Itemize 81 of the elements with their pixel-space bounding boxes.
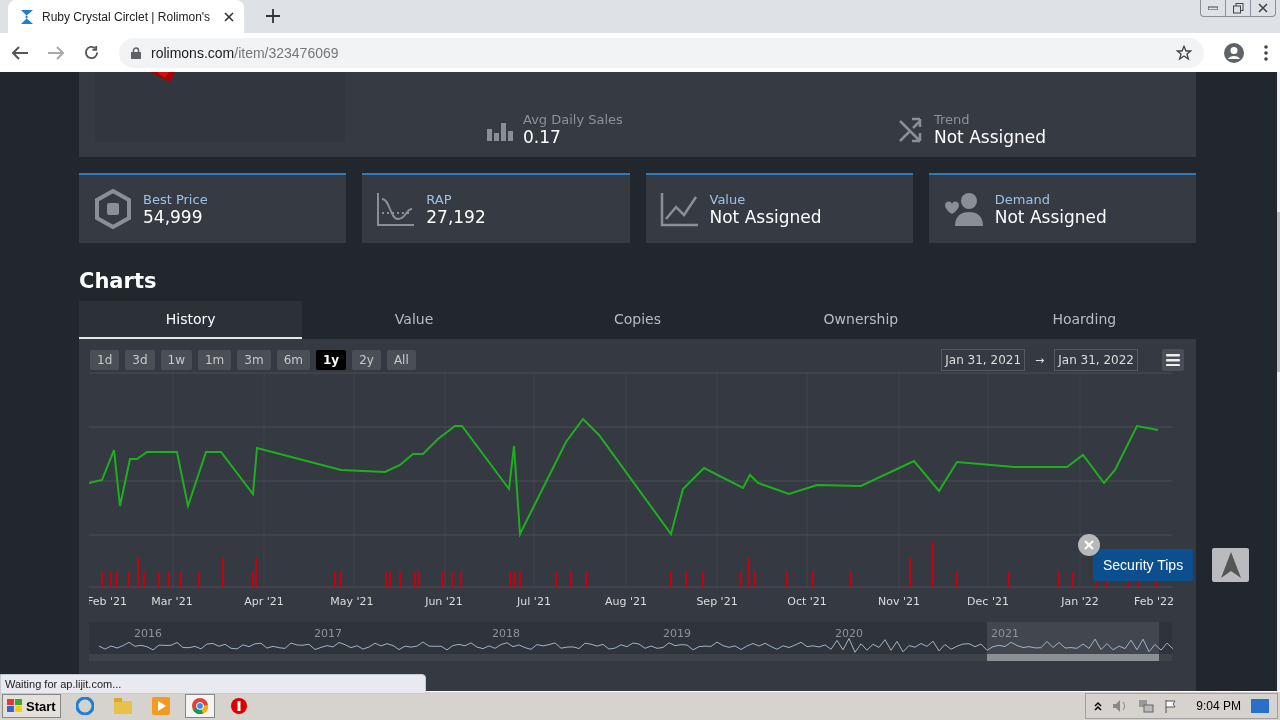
url-text: rolimons.com/item/323476069: [151, 44, 339, 61]
people-icon: [942, 192, 985, 226]
stat-value: 27,192: [426, 206, 486, 227]
arrow-text: →: [1035, 353, 1045, 367]
stat-value: Not Assigned: [709, 206, 822, 227]
axis-label: Sep '21: [696, 595, 738, 608]
close-icon[interactable]: [224, 11, 234, 22]
logo-icon: [20, 8, 34, 25]
status-text: Waiting for ap.lijit.com...: [0, 674, 426, 694]
navigator-label: 2016: [134, 627, 162, 640]
axis-label: Nov '21: [878, 595, 920, 608]
network-icon[interactable]: [1138, 699, 1155, 713]
navigator-label: 2018: [492, 627, 520, 640]
navigator-label: 2017: [314, 627, 342, 640]
range-button[interactable]: 1w: [160, 350, 192, 370]
star-icon[interactable]: [1176, 44, 1192, 61]
axis-label: Jul '21: [517, 595, 551, 608]
close-icon: [1084, 540, 1094, 550]
stat-label: Value: [709, 191, 747, 207]
stat-value: Not Assigned: [934, 127, 1047, 147]
axis-label: Dec '21: [967, 595, 1009, 608]
hexagon-icon: [93, 189, 133, 229]
minimize-icon: [1208, 6, 1218, 10]
axis-label: Oct '21: [787, 595, 827, 608]
chart-tab[interactable]: Copies: [525, 301, 750, 339]
shuffle-icon: [898, 116, 924, 143]
flag-icon[interactable]: [1164, 699, 1179, 713]
navigator-label: 2019: [663, 627, 691, 640]
address-field[interactable]: rolimons.com/item/323476069: [119, 37, 1204, 68]
new-tab-icon[interactable]: [266, 9, 280, 23]
windows-logo-icon: [7, 699, 23, 713]
start-button[interactable]: Start: [2, 694, 61, 718]
profile-icon[interactable]: [1224, 42, 1244, 63]
hamburger-icon: [1166, 354, 1180, 366]
chart-tab[interactable]: Value: [302, 301, 526, 339]
security-tips-button[interactable]: Security Tips: [1093, 549, 1194, 581]
clock-text: 9:04 PM: [1196, 699, 1241, 713]
reload-icon[interactable]: [84, 45, 99, 60]
stat-value: 0.17: [523, 127, 562, 147]
range-button[interactable]: All: [386, 350, 416, 370]
curve-graph-icon: [376, 191, 417, 227]
stat-label: RAP: [426, 191, 453, 207]
range-button[interactable]: 6m: [276, 350, 310, 370]
chart-tab[interactable]: Ownership: [749, 301, 973, 339]
axis-label: Apr '21: [244, 595, 284, 608]
scroll-top-button[interactable]: [1212, 548, 1249, 582]
navigator-label: 2020: [835, 627, 863, 640]
line-graph-icon: [659, 191, 700, 227]
stat-value: Not Assigned: [994, 206, 1107, 227]
menu-icon[interactable]: [1264, 44, 1268, 61]
navigator-label: 2021: [991, 627, 1019, 640]
axis-label: Jan '22: [1061, 595, 1099, 608]
axis-label: Jun '21: [425, 595, 463, 608]
range-button[interactable]: 3m: [237, 350, 271, 370]
axis-label: Feb '22: [1134, 595, 1174, 608]
section-heading: Charts: [79, 269, 158, 293]
start-date-field[interactable]: Jan 31, 2021: [941, 349, 1026, 371]
axis-label: Aug '21: [605, 595, 647, 608]
end-date-field[interactable]: Jan 31, 2022: [1054, 349, 1138, 371]
chart-tab[interactable]: History: [79, 301, 303, 339]
chrome-icon[interactable]: [184, 694, 215, 718]
tab-title: Ruby Crystal Circlet | Rolimon's: [42, 9, 212, 24]
axis-label: May '21: [330, 595, 374, 608]
stat-label: Avg Daily Sales: [523, 112, 623, 127]
axis-label: Mar '21: [151, 595, 193, 608]
chart-menu-button[interactable]: [1162, 349, 1184, 371]
range-button[interactable]: 3d: [125, 350, 155, 370]
range-button[interactable]: 1d: [90, 350, 120, 370]
stat-label: Trend: [934, 112, 971, 127]
range-button[interactable]: 2y: [352, 350, 381, 370]
stat-label: Best Price: [143, 191, 208, 207]
stat-label: Demand: [994, 191, 1051, 207]
range-button[interactable]: 1m: [198, 350, 232, 370]
chart-tab[interactable]: Hoarding: [972, 301, 1196, 339]
range-button[interactable]: 1y: [315, 350, 347, 370]
chevron-icon[interactable]: [1094, 701, 1103, 711]
stat-value: 54,999: [143, 206, 204, 227]
browser-tab[interactable]: Ruby Crystal Circlet | Rolimon's: [8, 0, 244, 33]
back-icon[interactable]: [12, 45, 28, 60]
lock-icon: [131, 46, 141, 59]
close-icon: [1258, 3, 1268, 13]
